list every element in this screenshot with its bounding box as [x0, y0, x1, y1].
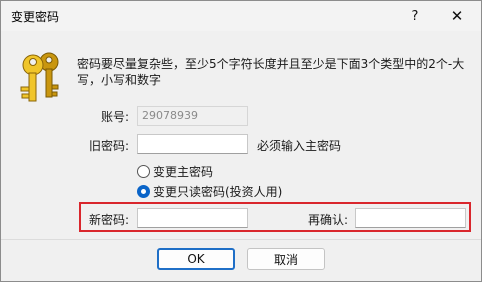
cancel-button[interactable]: 取消	[247, 248, 325, 270]
password-requirements-text: 密码要尽量复杂些，至少5个字符长度并且至少是下面3个类型中的2个-大写，小写和数…	[77, 57, 465, 87]
confirm-password-input[interactable]	[355, 208, 466, 228]
confirm-password-label: 再确认:	[308, 213, 349, 227]
radio-change-readonly-password[interactable]: 变更只读密码(投资人用)	[137, 183, 282, 200]
old-password-label: 旧密码:	[89, 139, 130, 153]
title-bar[interactable]: 变更密码 ? ✕	[1, 1, 481, 31]
keys-icon	[20, 52, 59, 102]
radio-label: 变更只读密码(投资人用)	[153, 185, 283, 199]
account-label: 账号:	[101, 110, 130, 124]
account-field: 29078939	[137, 106, 248, 126]
radio-button-checked[interactable]	[137, 185, 150, 198]
radio-label: 变更主密码	[153, 165, 214, 179]
window-title: 变更密码	[11, 10, 60, 24]
old-password-input[interactable]	[137, 134, 248, 154]
change-password-dialog: 变更密码 ? ✕ 密码要尽量复杂些，至少5个字符长度并且至少是下面3个类型中的2…	[0, 0, 482, 282]
close-button[interactable]: ✕	[439, 1, 475, 31]
ok-button[interactable]: OK	[157, 248, 235, 270]
new-password-input[interactable]	[137, 208, 248, 228]
radio-change-main-password[interactable]: 变更主密码	[137, 163, 213, 180]
radio-button[interactable]	[137, 165, 150, 178]
help-button[interactable]: ?	[397, 1, 433, 31]
footer-divider	[1, 239, 481, 240]
new-password-label: 新密码:	[89, 213, 130, 227]
old-password-hint: 必须输入主密码	[257, 139, 342, 153]
